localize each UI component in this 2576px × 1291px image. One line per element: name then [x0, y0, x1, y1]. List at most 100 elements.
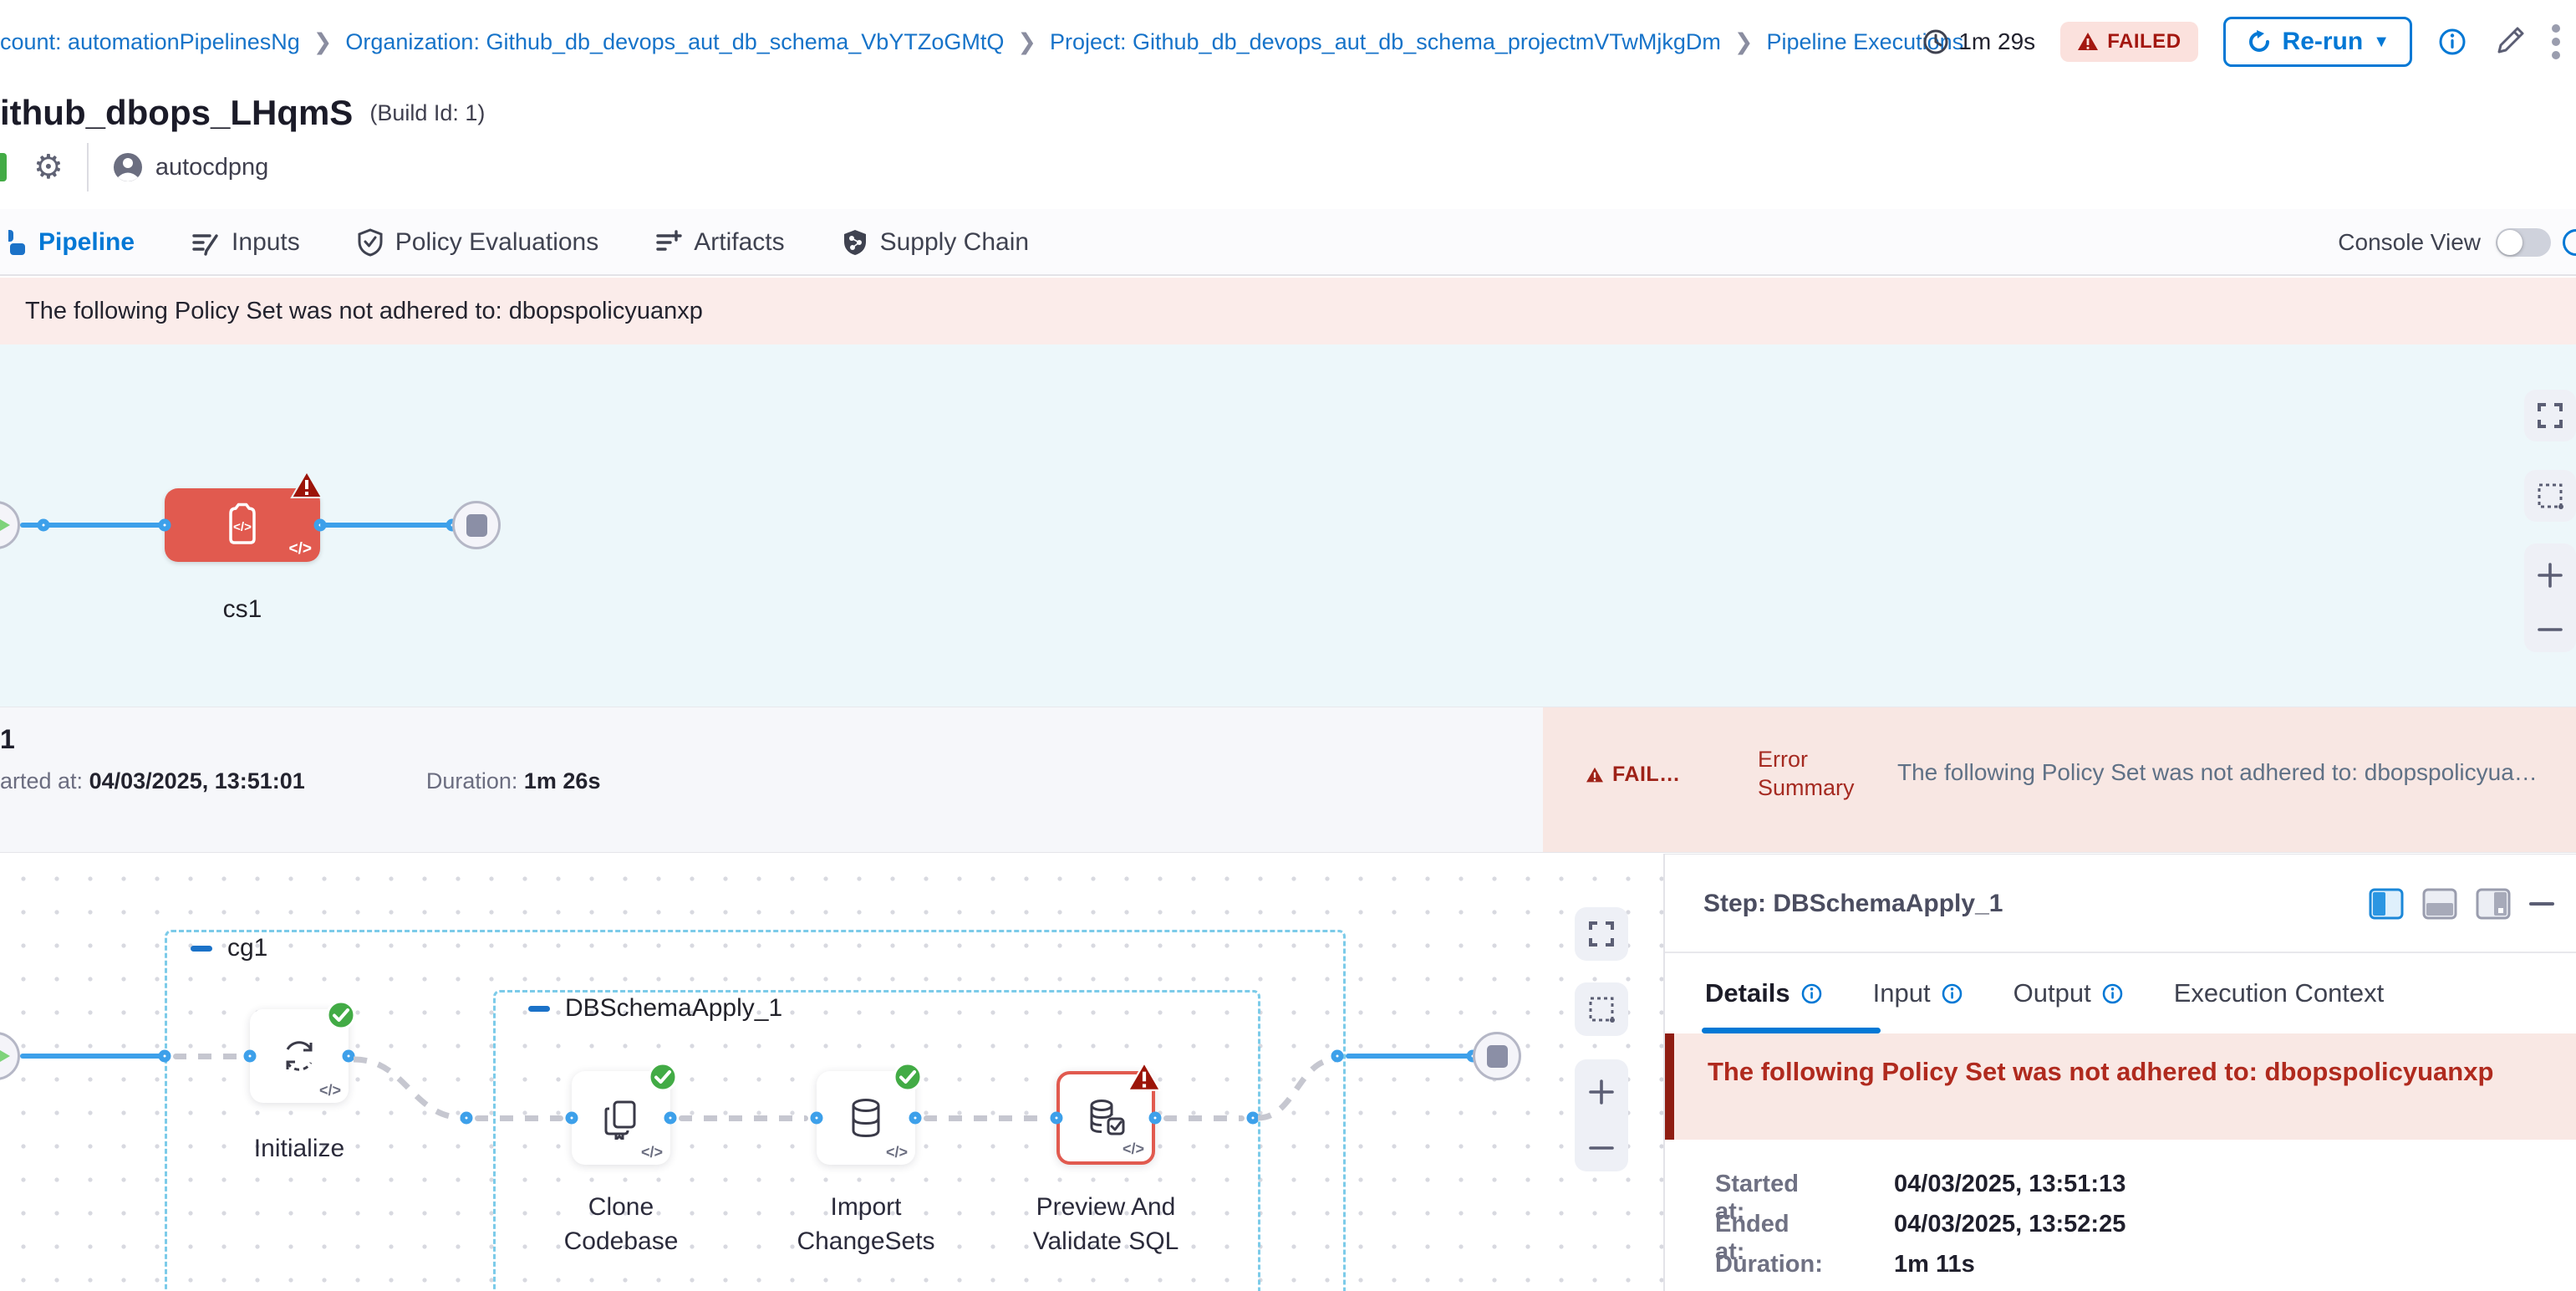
info-icon[interactable] [2563, 229, 2576, 256]
zoom-out-button[interactable] [2536, 625, 2564, 635]
tab-policy-evaluations[interactable]: Policy Evaluations [328, 209, 627, 276]
step-label: Initialize [254, 1131, 344, 1166]
pipeline-end-node [452, 501, 501, 549]
step-error-text: The following Policy Set was not adhered… [1708, 1057, 2493, 1087]
fullscreen-button[interactable] [2524, 390, 2576, 441]
edit-pencil-icon[interactable] [2492, 25, 2526, 59]
fail-label: FAIL… [1612, 763, 1681, 787]
tab-execution-context[interactable]: Execution Context [2149, 978, 2410, 1008]
step-title: Step: DBSchemaApply_1 [1703, 890, 2003, 918]
step-error-box: The following Policy Set was not adhered… [1665, 1033, 2576, 1140]
step-label: Preview AndValidate SQL [1033, 1190, 1179, 1258]
layout-right-icon[interactable] [2476, 888, 2511, 920]
port [244, 1050, 257, 1063]
caret-down-icon: ▼ [2373, 33, 2390, 52]
edge [924, 1115, 1040, 1121]
stage-graph-canvas[interactable]: </> </> cs1 [0, 344, 2576, 707]
step-node-preview-validate-sql[interactable]: </> [1056, 1071, 1155, 1165]
stop-icon [466, 514, 487, 537]
tab-label: Input [1873, 978, 1931, 1008]
step-graph-canvas[interactable]: cg1 DBSchemaApply_1 </> [0, 854, 1663, 1291]
step-node-initialize[interactable]: </> [250, 1009, 349, 1103]
started-value: 04/03/2025, 13:51:01 [89, 768, 305, 793]
step-node-clone-codebase[interactable]: </> [572, 1071, 670, 1165]
info-icon[interactable] [2101, 982, 2124, 1005]
duration-value: 1m 26s [524, 768, 601, 793]
chevron-right-icon: ❯ [1734, 29, 1754, 55]
triggered-by-user: autocdpng [112, 151, 268, 183]
top-bar: count: automationPipelinesNg ❯ Organizat… [0, 0, 2576, 84]
kebab-menu-icon[interactable] [2551, 23, 2561, 60]
policy-warning-banner: The following Policy Set was not adhered… [0, 278, 2576, 344]
row-value: 04/03/2025, 13:52:25 [1894, 1211, 2125, 1238]
port [664, 1112, 677, 1125]
collapse-icon[interactable] [191, 946, 212, 952]
success-badge-icon [647, 1061, 679, 1093]
console-view-label: Console View [2338, 229, 2481, 256]
stage-start-node [0, 1032, 20, 1080]
tab-pipeline[interactable]: Pipeline [0, 209, 163, 276]
tab-details[interactable]: Details [1665, 978, 1848, 1008]
pipeline-execution-page: count: automationPipelinesNg ❯ Organizat… [0, 0, 2576, 1291]
minimize-icon[interactable] [2529, 900, 2554, 908]
stage-name: 1 [0, 724, 15, 755]
stage-node-cs1[interactable]: </> </> [165, 488, 320, 562]
tab-input[interactable]: Input [1848, 978, 1988, 1008]
rerun-button[interactable]: Re-run ▼ [2223, 17, 2412, 67]
zoom-out-button[interactable] [1587, 1143, 1616, 1153]
port [1149, 1112, 1162, 1125]
tab-supply-chain[interactable]: Supply Chain [813, 209, 1057, 276]
edge [173, 1054, 242, 1059]
tab-label: Supply Chain [880, 228, 1029, 257]
edge [1163, 1115, 1245, 1121]
rerun-label: Re-run [2283, 28, 2364, 56]
tab-artifacts[interactable]: Artifacts [627, 209, 812, 276]
port [811, 1112, 823, 1125]
console-view-toggle[interactable] [2496, 228, 2551, 257]
step-details-panel: Step: DBSchemaApply_1 Details [1663, 854, 2576, 1291]
zoom-in-button[interactable] [1587, 1078, 1616, 1106]
breadcrumb-project[interactable]: Project: Github_db_devops_aut_db_schema_… [1050, 29, 1721, 55]
row-value: 1m 11s [1894, 1251, 1975, 1278]
tab-label: Inputs [232, 228, 300, 257]
breadcrumb-account[interactable]: count: automationPipelinesNg [0, 29, 300, 55]
zoom-controls [2524, 543, 2576, 652]
info-icon[interactable] [2437, 27, 2467, 57]
info-icon[interactable] [1800, 982, 1823, 1005]
layout-split-left-icon[interactable] [2369, 888, 2404, 920]
tab-inputs[interactable]: Inputs [163, 209, 328, 276]
code-glyph: </> [1123, 1140, 1144, 1158]
database-check-icon [1083, 1095, 1128, 1140]
layout-bottom-icon[interactable] [2422, 888, 2457, 920]
pipeline-icon [8, 228, 27, 257]
tab-label: Details [1705, 978, 1790, 1008]
rerun-icon [2246, 28, 2273, 55]
breadcrumb-organization[interactable]: Organization: Github_db_devops_aut_db_sc… [345, 29, 1004, 55]
info-icon[interactable] [1941, 982, 1963, 1005]
edge [320, 523, 452, 528]
step-node-import-changesets[interactable]: </> [817, 1071, 915, 1165]
started-label: arted at: [0, 768, 89, 793]
stage-error-panel: FAIL… Error Summary The following Policy… [1543, 707, 2576, 852]
tab-label: Artifacts [694, 228, 784, 257]
collapse-icon[interactable] [528, 1006, 550, 1012]
port [566, 1112, 578, 1125]
marquee-select-button[interactable] [1575, 982, 1628, 1036]
fullscreen-button[interactable] [1575, 907, 1628, 961]
port [461, 1112, 473, 1125]
step-label: CloneCodebase [564, 1190, 679, 1258]
stage-times: arted at: 04/03/2025, 13:51:01 Duration:… [0, 768, 600, 794]
zoom-in-button[interactable] [2536, 561, 2564, 589]
row-value: 04/03/2025, 13:51:13 [1894, 1171, 2125, 1198]
gear-icon[interactable]: ⚙ [33, 151, 64, 184]
tab-output[interactable]: Output [1988, 978, 2149, 1008]
user-name: autocdpng [155, 154, 268, 181]
edge-curve [349, 1056, 470, 1123]
port [159, 519, 171, 532]
step-details-header: Step: DBSchemaApply_1 [1665, 855, 2576, 953]
port [1331, 1050, 1344, 1063]
user-avatar-icon [112, 151, 144, 183]
chevron-right-icon: ❯ [313, 29, 333, 55]
tab-label: Output [2013, 978, 2091, 1008]
marquee-select-button[interactable] [2524, 470, 2576, 522]
